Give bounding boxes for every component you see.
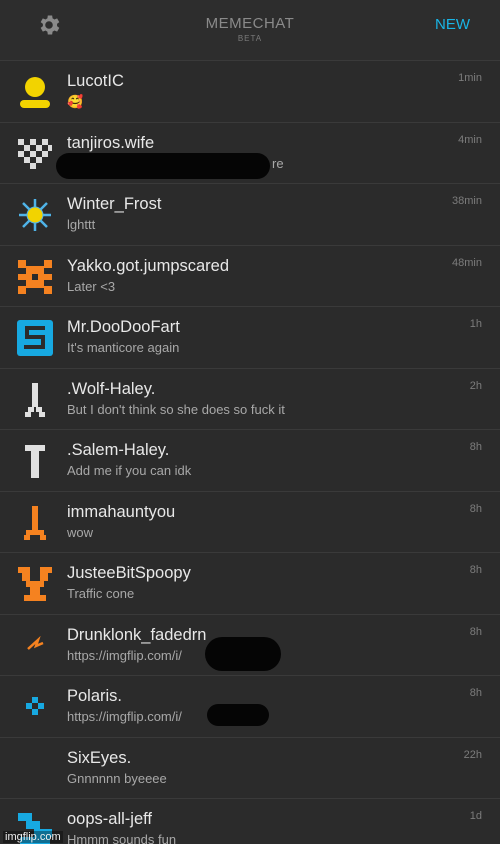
conversation-row[interactable]: Winter_Frost lghttt 38min [0,184,500,246]
contact-name: JusteeBitSpoopy [67,564,191,582]
app-title: MEMECHAT [205,15,295,32]
blue-pixel-cross-icon [26,697,44,715]
contact-name: Polaris. [67,687,123,705]
orange-pixel-figure-icon [24,505,46,540]
redaction-mark [207,704,269,726]
white-pixel-figure-icon [25,382,45,417]
last-message: Add me if you can idk [67,463,192,478]
message-time: 1min [458,72,482,84]
last-message: https://imgflip.com/i/ [67,709,182,724]
conversation-row[interactable]: .Salem-Haley. Add me if you can idk 8h [0,430,500,492]
contact-name: tanjiros.wife [67,133,155,152]
new-chat-button[interactable]: NEW [435,16,470,33]
app-brand: MEMECHAT BETA [0,15,500,43]
message-time: 4min [458,133,482,146]
message-time: 8h [469,625,482,638]
last-message: It's manticore again [67,340,180,355]
message-time: 2h [469,379,482,392]
last-message: But I don't think so she does so fuck it [67,401,285,417]
conversation-row[interactable]: Polaris. https://imgflip.com/i/ 8h [0,676,500,738]
last-message: lghttt [67,217,96,232]
contact-name: Drunklonk_fadedrn [67,625,207,644]
conversation-row[interactable]: immahauntyou wow 8h [0,491,500,553]
conversation-row[interactable]: SixEyes. Gnnnnnn byeeee 22h [0,737,500,799]
message-time: 8h [469,502,482,515]
conversation-row[interactable]: Drunklonk_fadedrn https://imgflip.com/i/… [0,614,500,676]
contact-name: Yakko.got.jumpscared [67,256,230,275]
message-time: 38min [452,195,482,207]
conversation-row[interactable]: JusteeBitSpoopy Traffic cone 8h [0,553,500,615]
message-time: 8h [469,441,482,453]
conversation-row[interactable]: LucotIC 🥰 1min [0,61,500,123]
contact-name: immahauntyou [67,502,176,521]
conversation-row[interactable]: Mr.DooDooFart It's manticore again 1h [0,307,500,369]
contact-name: Mr.DooDooFart [67,318,180,336]
watermark: imgflip.com [3,831,63,843]
contact-name: oops-all-jeff [67,810,152,828]
last-message: Hmmm sounds fun [67,832,177,844]
sun-icon [19,199,51,231]
app-header: MEMECHAT BETA NEW [0,0,500,61]
orange-pixel-y-icon [18,567,52,601]
contact-name: .Salem-Haley. [67,441,170,459]
contact-name: Winter_Frost [67,195,162,213]
white-pixel-heart-icon [18,138,52,169]
last-message: https://imgflip.com/i/ [67,647,182,663]
orange-lightning-icon [27,635,44,650]
app-subtitle: BETA [237,34,263,43]
contact-name: SixEyes. [67,748,132,767]
redaction-mark [205,636,281,671]
redaction-mark [56,152,270,179]
message-time: 1h [469,318,482,330]
message-time: 1d [469,810,482,822]
orange-pixel-icon [18,259,52,294]
contact-name: .Wolf-Haley. [67,379,156,398]
last-message: 🥰 [67,94,84,109]
message-time: 8h [469,564,482,576]
last-message: Traffic cone [67,586,135,601]
conversation-list: LucotIC 🥰 1min tanjiros.wife re 4min Win… [0,61,500,844]
message-time: 8h [469,687,482,699]
last-message: Gnnnnnn byeeee [67,770,167,786]
contact-name: LucotIC [67,72,124,90]
conversation-row[interactable]: Yakko.got.jumpscared Later <3 48min [0,245,500,307]
message-time: 22h [463,748,482,761]
conversation-row[interactable]: oops-all-jeff Hmmm sounds fun 1d [0,799,500,844]
last-message: wow [67,524,94,540]
gear-icon[interactable] [36,12,62,38]
conversation-row[interactable]: tanjiros.wife re 4min [0,122,500,184]
last-message: re [272,155,284,171]
conversation-row[interactable]: .Wolf-Haley. But I don't think so she do… [0,368,500,430]
yellow-person-icon [20,77,50,108]
blue-s-icon [17,320,53,356]
message-time: 48min [452,256,482,269]
white-pixel-t-icon [25,445,45,478]
last-message: Later <3 [67,278,116,294]
